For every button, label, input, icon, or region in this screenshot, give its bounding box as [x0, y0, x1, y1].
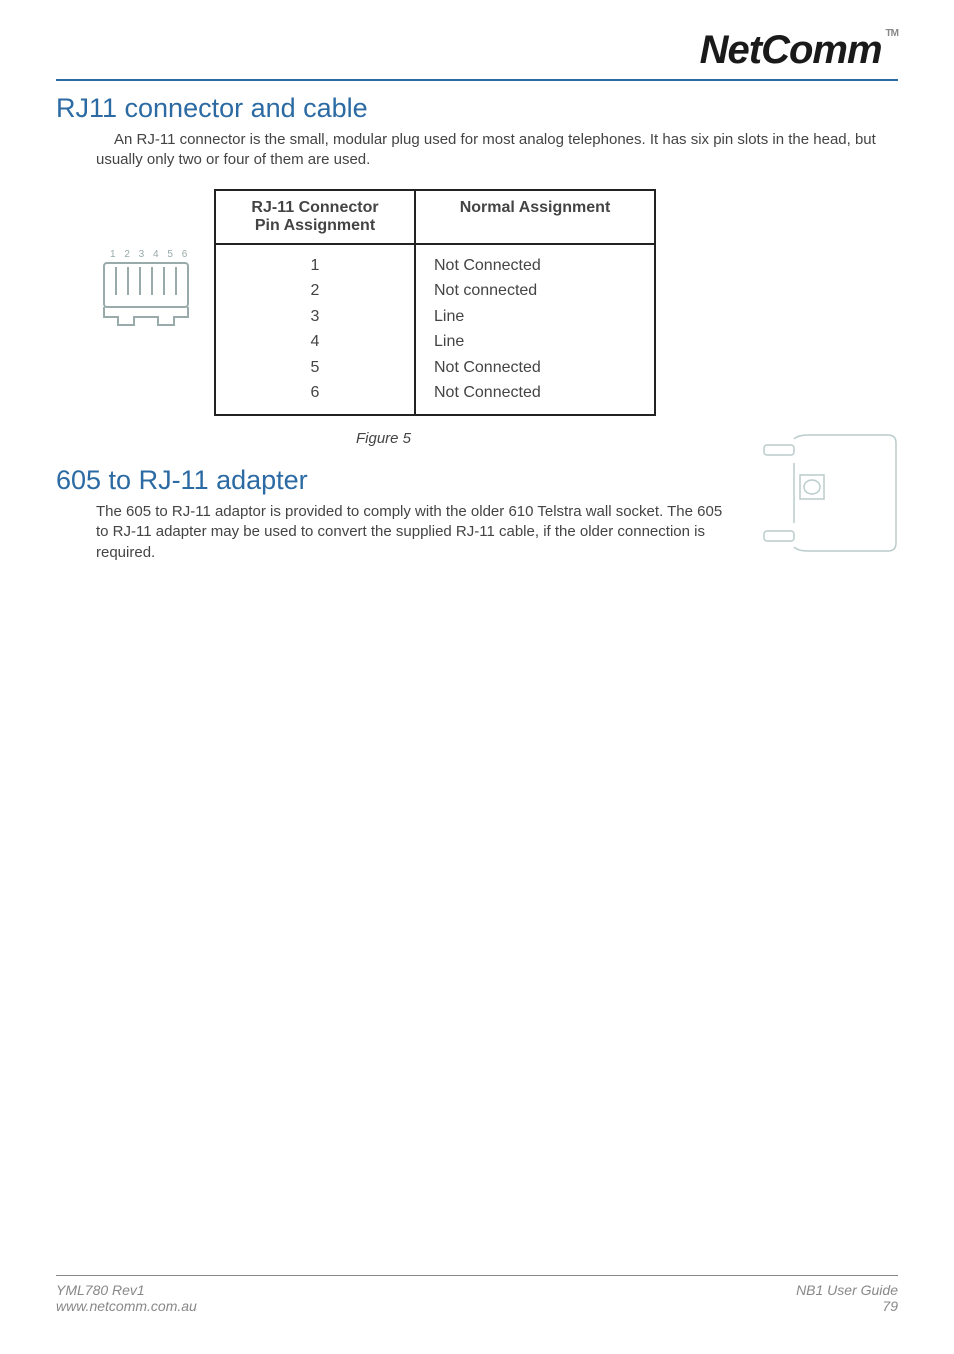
brand-logo: NetComm TM — [700, 28, 898, 73]
assign-value: Line — [434, 304, 636, 330]
assign-cell: Not Connected Not connected Line Line No… — [415, 244, 655, 416]
table-header-row: RJ-11 Connector Pin Assignment Normal As… — [215, 190, 655, 244]
section-heading-605: 605 to RJ-11 adapter — [56, 465, 744, 496]
table-body-row: 1 2 3 4 5 6 Not Connected Not connected … — [215, 244, 655, 416]
assign-value: Not Connected — [434, 253, 636, 279]
page-footer: YML780 Rev1 www.netcomm.com.au NB1 User … — [56, 1275, 898, 1314]
pin-value: 6 — [234, 380, 396, 406]
605-adapter-diagram — [758, 433, 898, 558]
pin-value: 1 — [234, 253, 396, 279]
assign-value: Not Connected — [434, 380, 636, 406]
trademark-symbol: TM — [886, 28, 898, 39]
pin-value: 3 — [234, 304, 396, 330]
pin-value: 2 — [234, 278, 396, 304]
footer-doc-title: NB1 User Guide — [796, 1282, 898, 1298]
pin-value: 4 — [234, 329, 396, 355]
footer-divider — [56, 1275, 898, 1276]
table-header-pin-l1: RJ-11 Connector — [234, 199, 396, 217]
rj11-paragraph: An RJ-11 connector is the small, modular… — [96, 130, 888, 171]
section-heading-rj11: RJ11 connector and cable — [56, 93, 898, 124]
footer-url: www.netcomm.com.au — [56, 1298, 197, 1314]
pin-value: 5 — [234, 355, 396, 381]
brand-logo-text: NetComm — [700, 28, 882, 72]
pin-assignment-table: RJ-11 Connector Pin Assignment Normal As… — [214, 189, 656, 417]
rj11-pin-numbers: 1 2 3 4 5 6 — [110, 249, 190, 260]
table-header-pin: RJ-11 Connector Pin Assignment — [215, 190, 415, 244]
header-divider — [56, 79, 898, 81]
header-logo-row: NetComm TM — [56, 28, 898, 73]
section-605-row: 605 to RJ-11 adapter The 605 to RJ-11 ad… — [56, 453, 898, 563]
rj11-connector-diagram: 1 2 3 4 5 6 — [96, 245, 196, 340]
pin-cell: 1 2 3 4 5 6 — [215, 244, 415, 416]
footer-doc-rev: YML780 Rev1 — [56, 1282, 197, 1298]
605-paragraph: The 605 to RJ-11 adaptor is provided to … — [96, 502, 734, 563]
assign-value: Not Connected — [434, 355, 636, 381]
table-header-pin-l2: Pin Assignment — [234, 217, 396, 235]
assign-value: Not connected — [434, 278, 636, 304]
rj11-figure-row: 1 2 3 4 5 6 RJ-11 Connector Pin Assignme… — [96, 189, 898, 417]
footer-right: NB1 User Guide 79 — [796, 1282, 898, 1314]
table-header-assign: Normal Assignment — [415, 190, 655, 244]
assign-value: Line — [434, 329, 636, 355]
footer-page-number: 79 — [796, 1298, 898, 1314]
footer-left: YML780 Rev1 www.netcomm.com.au — [56, 1282, 197, 1314]
